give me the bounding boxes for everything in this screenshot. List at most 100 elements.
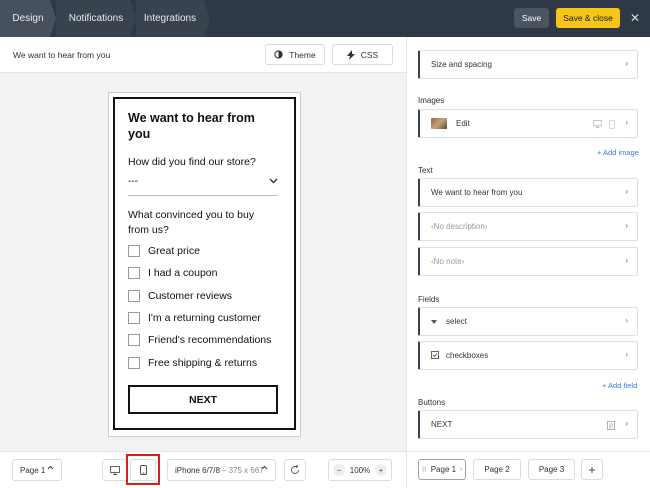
option-label: Great price xyxy=(148,245,200,257)
field-checkboxes-card[interactable]: checkboxes › xyxy=(418,341,638,370)
checkbox[interactable] xyxy=(128,245,140,257)
add-page-button[interactable]: + xyxy=(581,459,603,480)
canvas-title: We want to hear from you xyxy=(13,50,111,60)
device-select[interactable]: iPhone 6/7/8 – 375 x 667 xyxy=(167,459,276,481)
text-description-card[interactable]: ‹No description› › xyxy=(418,212,638,241)
checkbox[interactable] xyxy=(128,357,140,369)
tab-notifications[interactable]: Notifications xyxy=(56,0,136,37)
chevron-right-icon: › xyxy=(625,59,628,68)
theme-label: Theme xyxy=(289,49,316,60)
css-button[interactable]: CSS xyxy=(332,44,393,65)
survey-question-1: How did you find our store? xyxy=(128,156,256,168)
page-tab-label: Page 2 xyxy=(484,465,510,474)
survey-option[interactable]: I'm a returning customer xyxy=(128,311,261,325)
survey-next-button[interactable]: NEXT xyxy=(128,385,278,414)
tab-notifications-label: Notifications xyxy=(68,13,124,24)
card-label: ‹No note› xyxy=(431,257,465,266)
checkbox[interactable] xyxy=(128,290,140,302)
image-thumbnail xyxy=(431,118,447,129)
tab-integrations-label: Integrations xyxy=(143,13,197,24)
survey-option[interactable]: Customer reviews xyxy=(128,289,232,303)
desktop-view-button[interactable] xyxy=(102,459,128,481)
desktop-icon xyxy=(110,465,120,475)
option-label: Friend's recommendations xyxy=(148,334,272,346)
selected-device-highlight xyxy=(126,454,160,485)
checkbox[interactable] xyxy=(128,312,140,324)
add-field-link[interactable]: + Add field xyxy=(602,381,637,390)
drag-handle-icon: ⠿ xyxy=(421,466,427,474)
chevron-right-icon: › xyxy=(460,466,463,473)
checkbox[interactable] xyxy=(128,334,140,346)
survey-select-value: --- xyxy=(128,176,138,187)
device-name: iPhone 6/7/8 xyxy=(175,465,220,475)
page-tab-3[interactable]: Page 3 xyxy=(528,459,575,480)
survey-option[interactable]: I had a coupon xyxy=(128,266,217,280)
chevron-right-icon: › xyxy=(625,256,628,265)
fields-section-label: Fields xyxy=(418,295,440,304)
text-note-card[interactable]: ‹No note› › xyxy=(418,247,638,276)
card-label: Size and spacing xyxy=(431,60,492,69)
zoom-out-button[interactable]: − xyxy=(333,464,345,476)
chevron-right-icon: › xyxy=(625,221,628,230)
chevron-right-icon: › xyxy=(625,350,628,359)
page-tab-2[interactable]: Page 2 xyxy=(473,459,521,480)
survey-title: We want to hear from you xyxy=(128,111,255,141)
card-label: ‹No description› xyxy=(431,222,488,231)
survey-question-2: What convinced you to buy from us? xyxy=(128,209,255,236)
option-label: Customer reviews xyxy=(148,290,233,302)
chevron-right-icon: › xyxy=(625,419,628,428)
button-next-card[interactable]: NEXT › xyxy=(418,410,638,439)
chevron-down-icon xyxy=(269,176,278,186)
chevron-up-icon xyxy=(261,465,268,472)
tab-integrations[interactable]: Integrations xyxy=(136,0,210,37)
card-label: We want to hear from you xyxy=(431,188,523,197)
text-section-label: Text xyxy=(418,166,433,175)
device-dimensions: – 375 x 667 xyxy=(221,465,264,475)
page-tab-label: Page 3 xyxy=(538,465,565,474)
desktop-icon xyxy=(593,120,602,130)
dropdown-icon xyxy=(431,317,437,326)
chevron-right-icon: › xyxy=(625,316,628,325)
card-label: checkboxes xyxy=(446,351,489,360)
field-select-card[interactable]: select › xyxy=(418,307,638,336)
page-tab-label: Page 1 xyxy=(430,465,457,474)
checkbox-icon xyxy=(431,350,439,361)
page-icon xyxy=(607,421,615,432)
mobile-icon xyxy=(609,120,615,131)
lightning-icon xyxy=(346,49,355,60)
add-image-link[interactable]: + Add image xyxy=(597,148,639,157)
checkbox[interactable] xyxy=(128,267,140,279)
card-label: select xyxy=(446,317,467,326)
size-spacing-card[interactable]: Size and spacing › xyxy=(418,50,638,79)
page-tab-1[interactable]: ⠿ Page 1 › xyxy=(418,459,466,480)
save-button[interactable]: Save xyxy=(514,8,549,28)
tab-design[interactable]: Design xyxy=(0,0,56,37)
page-select-value: Page 1 xyxy=(20,465,46,475)
zoom-level: 100% xyxy=(349,465,371,475)
survey-option[interactable]: Free shipping & returns xyxy=(128,356,257,370)
survey-select[interactable]: --- xyxy=(128,176,278,196)
chevron-right-icon: › xyxy=(625,187,628,196)
image-edit-label: Edit xyxy=(456,119,470,128)
contrast-icon xyxy=(274,50,283,59)
rotate-button[interactable] xyxy=(284,459,306,481)
image-card[interactable]: Edit › xyxy=(418,109,638,138)
option-label: Free shipping & returns xyxy=(148,357,258,369)
zoom-in-button[interactable]: + xyxy=(375,464,387,476)
theme-button[interactable]: Theme xyxy=(265,44,325,65)
card-label: NEXT xyxy=(431,420,453,429)
rotate-icon xyxy=(290,465,300,475)
survey-card xyxy=(113,97,296,430)
chevron-right-icon: › xyxy=(625,118,628,127)
survey-option[interactable]: Friend's recommendations xyxy=(128,333,271,347)
survey-option[interactable]: Great price xyxy=(128,244,200,258)
css-label: CSS xyxy=(360,49,379,60)
option-label: I had a coupon xyxy=(148,267,218,279)
page-select[interactable]: Page 1 xyxy=(12,459,62,481)
text-title-card[interactable]: We want to hear from you › xyxy=(418,178,638,207)
buttons-section-label: Buttons xyxy=(418,398,446,407)
save-and-close-button[interactable]: Save & close xyxy=(556,8,620,28)
zoom-control: − 100% + xyxy=(328,459,392,481)
close-icon[interactable]: ✕ xyxy=(629,11,641,25)
option-label: I'm a returning customer xyxy=(148,312,261,324)
